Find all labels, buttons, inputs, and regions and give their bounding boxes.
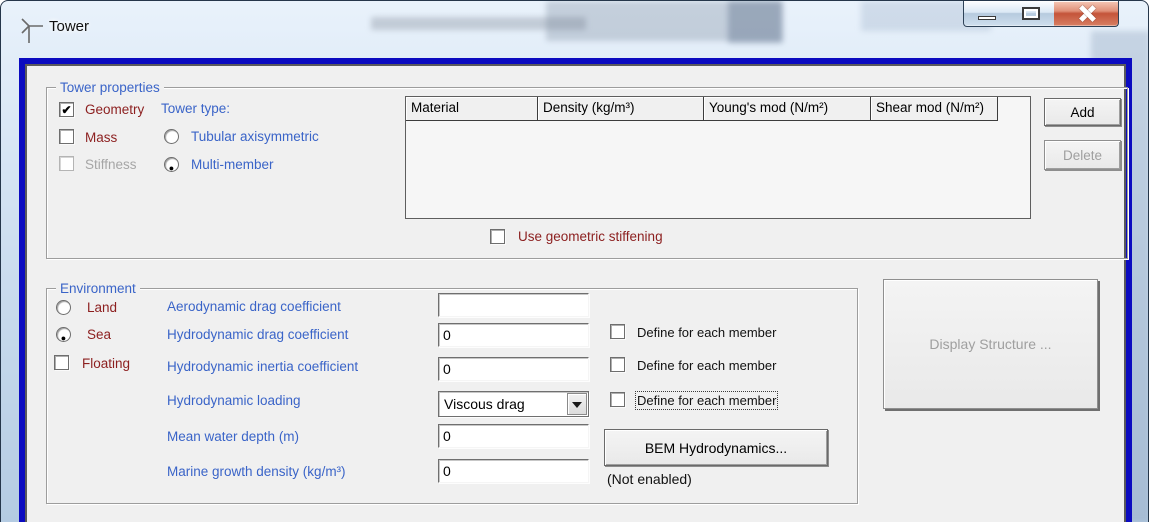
column-header-density[interactable]: Density (kg/m³) — [538, 97, 704, 121]
marine-growth-density-input[interactable] — [438, 459, 589, 483]
multi-member-radio[interactable]: ● — [164, 157, 179, 172]
tubular-axisymmetric-radio[interactable] — [164, 129, 179, 144]
radio-dot-icon: ● — [169, 163, 174, 173]
tower-properties-group-title: Tower properties — [56, 80, 164, 95]
floating-checkbox[interactable] — [54, 355, 69, 370]
minimize-icon — [978, 16, 996, 20]
delete-button[interactable]: Delete — [1044, 140, 1121, 170]
maximize-icon — [1022, 7, 1040, 20]
display-structure-button[interactable]: Display Structure ... — [883, 279, 1098, 409]
sea-radio[interactable]: ● — [56, 327, 71, 342]
bem-status-text: (Not enabled) — [607, 471, 692, 487]
hydrodynamic-loading-select[interactable]: Viscous drag — [438, 391, 589, 417]
stiffness-label: Stiffness — [85, 157, 137, 172]
add-button[interactable]: Add — [1044, 98, 1121, 126]
define-each-member-inertia-checkbox[interactable] — [610, 357, 625, 372]
mean-water-depth-label: Mean water depth (m) — [167, 429, 299, 444]
aerodynamic-drag-input[interactable] — [438, 293, 589, 317]
use-geometric-stiffening-label: Use geometric stiffening — [518, 229, 663, 244]
background-window-blur — [728, 1, 783, 43]
hydrodynamic-drag-input[interactable] — [438, 323, 589, 347]
mass-label: Mass — [85, 130, 117, 145]
sea-label: Sea — [87, 327, 111, 342]
define-each-member-loading-label: Define for each member — [637, 393, 776, 408]
materials-table: Material Density (kg/m³) Young's mod (N/… — [405, 96, 1031, 219]
close-icon — [1077, 4, 1095, 22]
bem-hydrodynamics-button[interactable]: BEM Hydrodynamics... — [604, 429, 828, 466]
window-title: Tower — [49, 18, 89, 35]
hydrodynamic-inertia-label: Hydrodynamic inertia coefficient — [167, 359, 358, 374]
column-header-youngs-mod[interactable]: Young's mod (N/m²) — [704, 97, 871, 121]
land-label: Land — [87, 300, 117, 315]
define-each-member-drag-label: Define for each member — [637, 325, 776, 340]
column-header-material[interactable]: Material — [406, 97, 538, 121]
hydrodynamic-loading-value: Viscous drag — [444, 396, 525, 412]
maximize-button[interactable] — [1009, 1, 1055, 27]
geometry-label: Geometry — [85, 102, 144, 117]
tower-type-label: Tower type: — [161, 101, 230, 116]
check-icon: ✔ — [61, 103, 71, 117]
geometry-checkbox[interactable]: ✔ — [59, 102, 74, 117]
column-header-shear-mod[interactable]: Shear mod (N/m²) — [871, 97, 998, 121]
define-each-member-drag-checkbox[interactable] — [610, 324, 625, 339]
hydrodynamic-drag-label: Hydrodynamic drag coefficient — [167, 327, 348, 342]
stiffness-checkbox[interactable] — [59, 156, 74, 171]
minimize-button[interactable] — [963, 1, 1010, 27]
materials-table-header-row: Material Density (kg/m³) Young's mod (N/… — [406, 97, 1030, 121]
close-button[interactable] — [1054, 1, 1119, 27]
multi-member-label: Multi-member — [191, 157, 274, 172]
floating-label: Floating — [82, 356, 130, 371]
land-radio[interactable] — [56, 300, 71, 315]
mass-checkbox[interactable] — [59, 129, 74, 144]
mean-water-depth-input[interactable] — [438, 424, 589, 448]
tower-dialog-window: Tower Tower properties ✔ Geometry Mass S… — [0, 0, 1149, 522]
tubular-axisymmetric-label: Tubular axisymmetric — [191, 129, 319, 144]
hydrodynamic-inertia-input[interactable] — [438, 357, 589, 381]
use-geometric-stiffening-checkbox[interactable] — [490, 229, 505, 244]
hydrodynamic-loading-label: Hydrodynamic loading — [167, 393, 301, 408]
aerodynamic-drag-label: Aerodynamic drag coefficient — [167, 299, 341, 314]
marine-growth-density-label: Marine growth density (kg/m³) — [167, 464, 346, 479]
environment-group-title: Environment — [56, 281, 140, 296]
define-each-member-loading-checkbox[interactable] — [610, 392, 625, 407]
dropdown-button[interactable] — [567, 393, 587, 415]
define-each-member-inertia-label: Define for each member — [637, 358, 776, 373]
turbine-icon — [21, 16, 47, 44]
chevron-down-icon — [572, 402, 582, 408]
radio-dot-icon: ● — [61, 333, 66, 343]
